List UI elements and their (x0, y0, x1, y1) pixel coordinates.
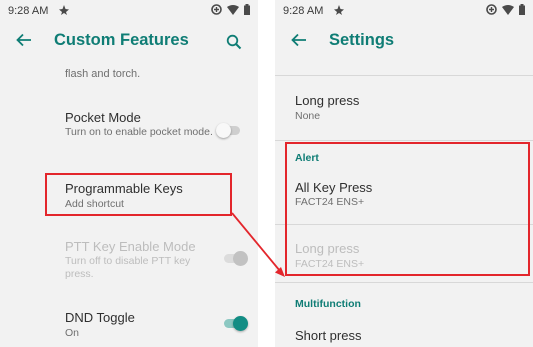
connector-arrow-icon (231, 212, 285, 277)
